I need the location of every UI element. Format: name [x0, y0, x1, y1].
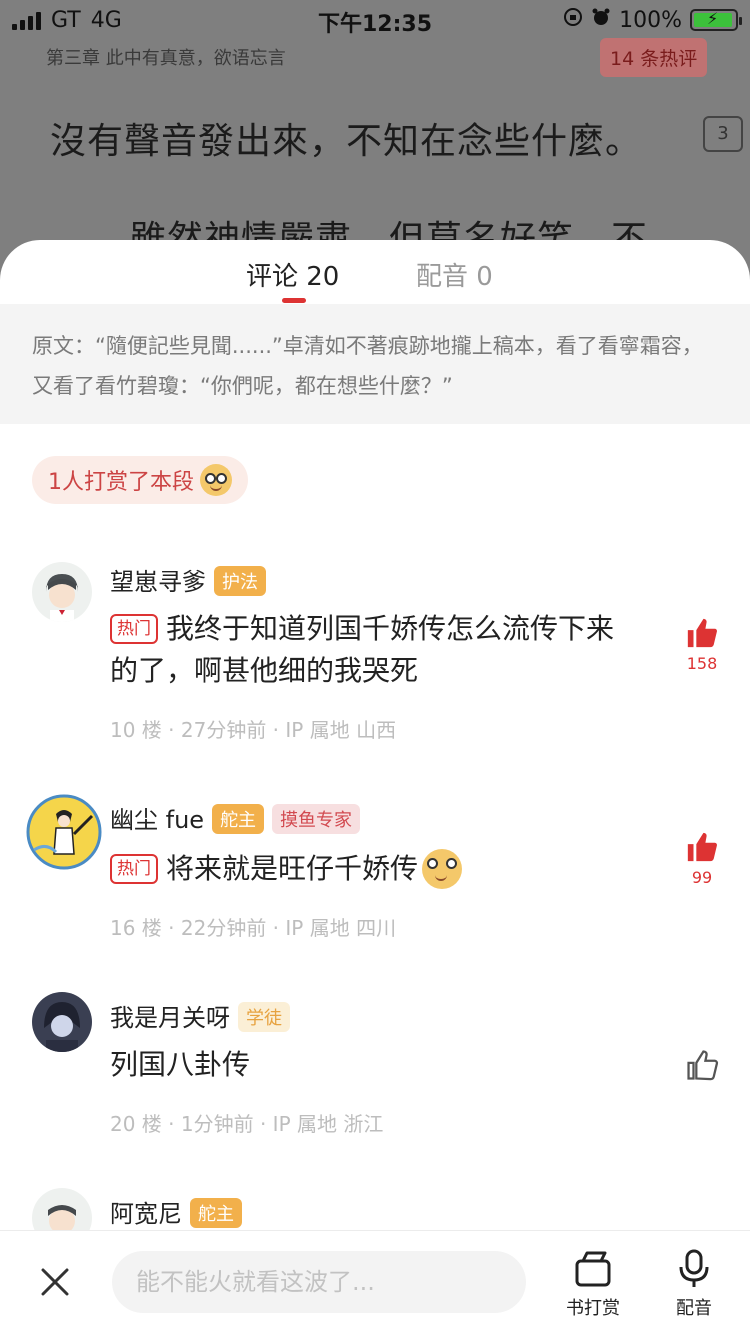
- original-text-quote: 原文：“隨便記些見聞......”卓清如不著痕跡地攏上稿本，看了看寧霜容，又看了…: [0, 304, 750, 424]
- microphone-icon: [679, 1249, 709, 1287]
- comment-input-bar: 能不能火就看这波了... 书打赏 配音: [0, 1230, 750, 1335]
- alarm-icon: [591, 7, 611, 33]
- comment-meta: 10 楼 · 27分钟前 · IP 属地 山西: [110, 718, 397, 742]
- commenter-name[interactable]: 阿宽尼: [110, 1200, 182, 1228]
- comment-text[interactable]: 将来就是旺仔千娇传: [166, 848, 418, 890]
- user-badge: 舵主: [212, 804, 265, 834]
- user-badge: 学徒: [238, 1002, 290, 1032]
- thumbs-up-icon: [687, 618, 717, 648]
- tab-dubbing[interactable]: 配音 0: [416, 256, 493, 293]
- comment-text[interactable]: 我终于知道列国千娇传怎么流传下来的了，啊甚他细的我哭死: [110, 612, 614, 687]
- comment-meta: 16 楼 · 22分钟前 · IP 属地 四川: [110, 916, 397, 940]
- rotation-lock-icon: [563, 7, 583, 33]
- hot-comments-badge[interactable]: 14 条热评: [600, 38, 708, 77]
- comment-meta: 20 楼 · 1分钟前 · IP 属地 浙江: [110, 1112, 384, 1136]
- emoji-icon: [200, 464, 232, 496]
- commenter-name[interactable]: 幽尘 fue: [110, 806, 204, 834]
- avatar[interactable]: [26, 794, 102, 870]
- emoji-icon: [422, 849, 463, 889]
- avatar[interactable]: [32, 992, 92, 1052]
- battery-percent: 100%: [619, 7, 682, 33]
- like-button[interactable]: [682, 1048, 722, 1082]
- reward-tip-label: 1人打赏了本段: [48, 470, 194, 495]
- status-bar: GT 4G 下午12:35 100% ⚡: [0, 0, 750, 42]
- comment-sheet: 评论 20 配音 0 原文：“隨便記些見聞......”卓清如不著痕跡地攏上稿本…: [0, 240, 750, 1334]
- commenter-name[interactable]: 我是月关呀: [110, 1004, 230, 1032]
- like-button[interactable]: 158: [682, 616, 722, 673]
- tab-bar: 评论 20 配音 0: [0, 240, 750, 304]
- user-badge: 摸鱼专家: [272, 804, 361, 834]
- thumbs-up-icon: [687, 832, 717, 862]
- like-count: 99: [691, 868, 713, 887]
- thumbs-up-outline-icon: [687, 1050, 719, 1081]
- book-tip-label: 书打赏: [566, 1298, 620, 1319]
- gift-box-icon: [575, 1251, 611, 1287]
- hot-tag: 热门: [110, 854, 158, 884]
- reader-page: 第三章 此中有真意，欲语忘言 14 条热评 沒有聲音發出來，不知在念些什麼。 3…: [0, 38, 750, 262]
- dub-label: 配音: [676, 1298, 712, 1319]
- user-badge: 护法: [214, 566, 266, 596]
- avatar[interactable]: [32, 562, 92, 622]
- close-icon[interactable]: [38, 1265, 72, 1299]
- user-badge: 舵主: [190, 1198, 242, 1228]
- chapter-title: 第三章 此中有真意，欲语忘言: [46, 48, 286, 69]
- like-button[interactable]: 99: [682, 830, 722, 887]
- commenter-name[interactable]: 望崽寻爹: [110, 568, 206, 596]
- hot-tag: 热门: [110, 614, 158, 644]
- paragraph-comment-count[interactable]: 3: [703, 116, 743, 152]
- book-tip-button[interactable]: 书打赏: [566, 1249, 620, 1320]
- active-tab-indicator: [282, 298, 306, 303]
- dub-button[interactable]: 配音: [672, 1249, 716, 1320]
- tab-comments[interactable]: 评论 20: [246, 256, 339, 293]
- reward-tip-pill[interactable]: 1人打赏了本段: [32, 456, 248, 504]
- comment-input[interactable]: 能不能火就看这波了...: [112, 1251, 526, 1313]
- battery-icon: ⚡: [690, 9, 742, 31]
- comment-text[interactable]: 列国八卦传: [110, 1044, 630, 1086]
- like-count: 158: [686, 654, 718, 673]
- reader-text-line: 沒有聲音發出來，不知在念些什麼。: [50, 121, 643, 162]
